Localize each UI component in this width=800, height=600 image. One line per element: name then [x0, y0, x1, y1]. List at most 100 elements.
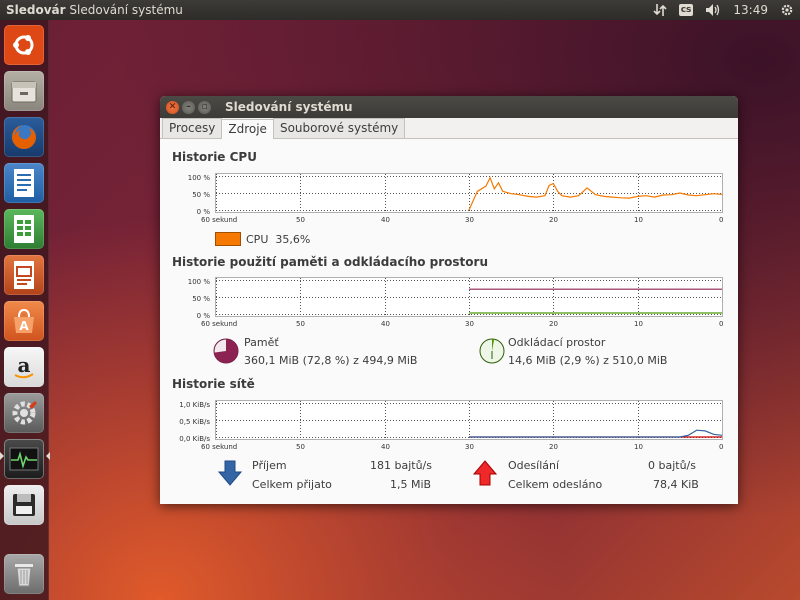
resources-panel: Historie CPU 100 % 50 % 0 % 60 sekund 50…: [160, 139, 738, 504]
memory-graph-svg: [216, 278, 723, 316]
memory-x-tick: 0: [719, 320, 724, 328]
launcher: A a: [0, 20, 50, 600]
memory-y-tick: 50 %: [192, 295, 210, 303]
system-monitor-icon[interactable]: [4, 439, 44, 479]
keyboard-layout-label: cs: [678, 4, 694, 16]
receive-total-label: Celkem přijato: [252, 478, 332, 491]
memory-y-tick: 100 %: [187, 278, 210, 286]
system-monitor-window: ✕ – ▫ Sledování systému Procesy Zdroje S…: [160, 96, 738, 504]
memory-x-tick: 40: [381, 320, 390, 328]
cpu-graph-svg: [216, 174, 723, 212]
cpu-x-tick: 60 sekund: [201, 216, 238, 224]
cpu-y-tick: 0 %: [196, 208, 210, 216]
tab-resources[interactable]: Zdroje: [221, 119, 274, 139]
send-total-value: 78,4 KiB: [653, 478, 699, 491]
trash-icon[interactable]: [4, 554, 44, 594]
network-x-tick: 10: [634, 443, 643, 451]
running-indicator: [0, 452, 4, 460]
cpu-graph: [215, 173, 723, 213]
network-x-tick: 40: [381, 443, 390, 451]
sound-indicator-icon[interactable]: [699, 0, 727, 20]
network-graph-svg: [216, 401, 723, 439]
network-x-tick: 0: [719, 443, 724, 451]
memory-x-tick: 60 sekund: [201, 320, 238, 328]
network-y-tick: 0,5 KiB/s: [179, 418, 210, 426]
receive-label: Příjem: [252, 459, 287, 472]
session-gear-icon[interactable]: [774, 0, 800, 20]
network-graph: [215, 400, 723, 440]
amazon-icon[interactable]: a: [4, 347, 44, 387]
send-arrow-icon[interactable]: [473, 460, 497, 486]
network-x-tick: 50: [296, 443, 305, 451]
files-icon[interactable]: [4, 71, 44, 111]
network-history-title: Historie sítě: [172, 377, 255, 391]
memory-x-tick: 30: [465, 320, 474, 328]
cpu-series-line: [468, 176, 723, 211]
network-y-tick: 1,0 KiB/s: [179, 401, 210, 409]
close-button[interactable]: ✕: [166, 100, 179, 114]
keyboard-layout-indicator[interactable]: cs: [673, 0, 700, 20]
window-titlebar[interactable]: ✕ – ▫ Sledování systému: [160, 96, 738, 118]
ubuntu-dash-icon[interactable]: [4, 25, 44, 65]
send-value: 0 bajtů/s: [648, 459, 696, 472]
writer-icon[interactable]: [4, 163, 44, 203]
tab-processes[interactable]: Procesy: [162, 118, 223, 138]
system-settings-icon[interactable]: [4, 393, 44, 433]
software-center-icon[interactable]: A: [4, 301, 44, 341]
network-indicator-icon[interactable]: [647, 0, 673, 20]
cpu-x-tick: 50: [296, 216, 305, 224]
cpu-legend: CPU 35,6%: [246, 233, 310, 246]
cpu-color-swatch[interactable]: [215, 232, 241, 246]
cpu-legend-label: CPU: [246, 233, 269, 246]
window-controls: ✕ – ▫: [160, 100, 211, 114]
disk-icon[interactable]: [4, 485, 44, 525]
cpu-legend-value: 35,6%: [275, 233, 311, 246]
swap-pie-icon[interactable]: [478, 337, 506, 365]
svg-text:a: a: [18, 353, 31, 377]
active-window-title: Sledování systému: [69, 3, 183, 17]
firefox-icon[interactable]: [4, 117, 44, 157]
memory-value: 360,1 MiB (72,8 %) z 494,9 MiB: [244, 354, 418, 367]
receive-arrow-icon[interactable]: [218, 460, 242, 486]
cpu-x-tick: 0: [719, 216, 724, 224]
receive-series-line: [469, 429, 723, 438]
tab-filesystems[interactable]: Souborové systémy: [272, 118, 406, 138]
calc-icon[interactable]: [4, 209, 44, 249]
memory-x-tick: 10: [634, 320, 643, 328]
active-app-name: Sledovár: [6, 3, 66, 17]
memory-pie-icon[interactable]: [212, 337, 240, 365]
indicator-area: cs 13:49: [647, 0, 800, 20]
swap-label: Odkládací prostor: [508, 336, 606, 349]
network-x-tick: 30: [465, 443, 474, 451]
network-x-tick: 20: [549, 443, 558, 451]
send-total-label: Celkem odesláno: [508, 478, 603, 491]
receive-value: 181 bajtů/s: [370, 459, 432, 472]
network-y-tick: 0,0 KiB/s: [179, 435, 210, 443]
cpu-x-tick: 30: [465, 216, 474, 224]
memory-x-tick: 50: [296, 320, 305, 328]
cpu-x-tick: 10: [634, 216, 643, 224]
svg-text:A: A: [19, 319, 29, 333]
network-x-tick: 60 sekund: [201, 443, 238, 451]
memory-x-tick: 20: [549, 320, 558, 328]
cpu-history-title: Historie CPU: [172, 150, 257, 164]
cpu-y-tick: 50 %: [192, 191, 210, 199]
receive-total-value: 1,5 MiB: [390, 478, 432, 491]
memory-history-title: Historie použití paměti a odkládacího pr…: [172, 255, 489, 269]
window-title: Sledování systému: [225, 100, 353, 114]
focused-indicator: [46, 452, 50, 460]
minimize-button[interactable]: –: [182, 100, 195, 114]
clock[interactable]: 13:49: [727, 0, 774, 20]
maximize-button[interactable]: ▫: [198, 100, 211, 114]
cpu-x-tick: 40: [381, 216, 390, 224]
memory-label: Paměť: [244, 336, 279, 349]
memory-y-tick: 0 %: [196, 312, 210, 320]
impress-icon[interactable]: [4, 255, 44, 295]
cpu-y-tick: 100 %: [187, 174, 210, 182]
cpu-x-tick: 20: [549, 216, 558, 224]
swap-value: 14,6 MiB (2,9 %) z 510,0 MiB: [508, 354, 668, 367]
top-panel: Sledovár Sledování systému cs 13:49: [0, 0, 800, 20]
tab-bar: Procesy Zdroje Souborové systémy: [160, 118, 738, 139]
send-label: Odesílání: [508, 459, 560, 472]
top-panel-title: Sledovár Sledování systému: [0, 3, 183, 17]
